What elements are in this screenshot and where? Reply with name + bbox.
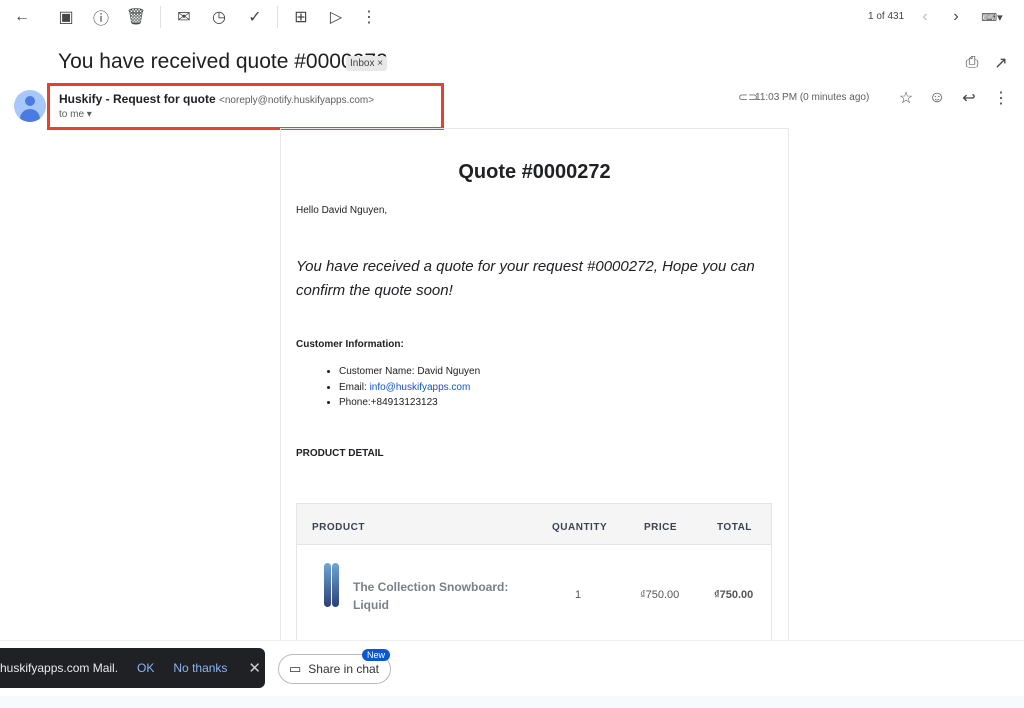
emoji-reaction-icon[interactable]: ☺ (925, 86, 949, 110)
snooze-clock-icon[interactable]: ◷ (207, 5, 231, 29)
share-label: Share in chat (308, 662, 380, 676)
archive-icon[interactable]: ▣ (54, 5, 78, 29)
inbox-label-chip[interactable]: Inbox × (346, 56, 388, 71)
footer-strip (0, 696, 1024, 708)
timestamp: 11:03 PM (0 minutes ago) (755, 92, 870, 103)
reply-icon[interactable]: ↩ (957, 86, 981, 110)
snackbar-no-thanks-button[interactable]: No thanks (173, 661, 227, 675)
quote-title: Quote #0000272 (458, 161, 611, 183)
pagination-count: 1 of 431 (868, 11, 905, 22)
product-total: ₫750.00 (714, 589, 754, 601)
delete-icon[interactable]: 🗑 (124, 5, 148, 29)
highlight-box (47, 83, 444, 130)
label-icon[interactable]: ▷ (324, 5, 348, 29)
new-badge: New (362, 649, 391, 661)
snackbar: huskifyapps.com Mail. OK No thanks ✕ (0, 648, 265, 688)
header-total: TOTAL (717, 522, 752, 533)
header-price: PRICE (644, 522, 678, 533)
chat-icon: ▭ (289, 661, 302, 676)
email-link[interactable]: info@huskifyapps.com (370, 382, 471, 393)
open-new-window-icon[interactable]: ↗ (989, 51, 1013, 75)
recipient-dropdown[interactable]: to me ▾ (59, 109, 92, 120)
print-icon[interactable]: ⎙ (960, 51, 984, 75)
product-detail-heading: PRODUCT DETAIL (296, 448, 384, 459)
chevron-left-icon[interactable]: ‹ (913, 5, 937, 29)
divider (160, 6, 161, 28)
remove-label-icon[interactable]: × (377, 58, 383, 69)
email-subject: You have received quote #0000272 (58, 50, 388, 73)
snackbar-text: huskifyapps.com Mail. (0, 661, 119, 675)
recipient-label: to me (59, 109, 85, 120)
report-spam-icon[interactable]: ⓘ (89, 5, 113, 29)
close-icon[interactable]: ✕ (248, 659, 261, 677)
sender-email: <noreply@notify.huskifyapps.com> (219, 95, 375, 106)
sender[interactable]: Huskify - Request for quote <noreply@not… (59, 92, 374, 106)
more-vert-icon[interactable]: ⋮ (357, 5, 381, 29)
quote-message: You have received a quote for your reque… (296, 258, 755, 299)
divider (277, 6, 278, 28)
customer-info-list: Customer Name: David Nguyen Email: info@… (339, 364, 480, 411)
email-label: Email: (339, 381, 370, 393)
keyboard-icon[interactable]: ⌨▾ (976, 5, 1008, 29)
chip-label: Inbox (350, 58, 375, 69)
greeting: Hello David Nguyen, (296, 205, 388, 216)
customer-info-heading: Customer Information: (296, 339, 404, 350)
header-product: PRODUCT (312, 522, 365, 533)
header-quantity: QUANTITY (552, 522, 608, 533)
snackbar-ok-button[interactable]: OK (137, 661, 154, 675)
product-price: ₫750.00 (640, 589, 680, 601)
product-image (332, 563, 339, 607)
product-name[interactable]: The Collection Snowboard: Liquid (353, 578, 523, 614)
product-image (324, 563, 331, 607)
chevron-right-icon[interactable]: › (944, 5, 968, 29)
mark-unread-icon[interactable]: ✉ (172, 5, 196, 29)
star-icon[interactable]: ☆ (894, 86, 918, 110)
more-vert-icon[interactable]: ⋮ (989, 86, 1013, 110)
product-quantity: 1 (575, 589, 582, 601)
customer-phone: Phone:+84913123123 (339, 395, 480, 411)
table-header: PRODUCT QUANTITY PRICE TOTAL (296, 503, 772, 545)
move-to-folder-icon[interactable]: ⊞ (289, 5, 313, 29)
add-to-tasks-icon[interactable]: ✓ (243, 5, 267, 29)
customer-name: Customer Name: David Nguyen (339, 364, 480, 380)
avatar (14, 90, 46, 122)
customer-email: Email: info@huskifyapps.com (339, 380, 480, 396)
back-arrow-icon[interactable]: ← (10, 5, 34, 29)
sender-name: Huskify - Request for quote (59, 92, 216, 106)
